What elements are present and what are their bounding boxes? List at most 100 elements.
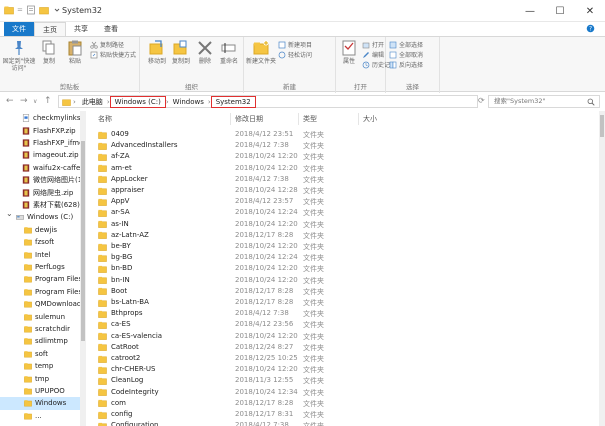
table-row[interactable]: AppV 2018/4/12 23:57 文件夹	[88, 196, 418, 207]
column-header-size[interactable]: 大小	[363, 113, 377, 125]
nav-item[interactable]: imageout.zip	[0, 149, 80, 161]
chevron-down-icon[interactable]	[52, 5, 62, 15]
table-row[interactable]: bn-IN 2018/10/24 12:20 文件夹	[88, 275, 418, 286]
table-row[interactable]: az-Latn-AZ 2018/12/17 8:28 文件夹	[88, 230, 418, 241]
column-header-type[interactable]: 类型	[303, 113, 317, 125]
table-row[interactable]: appraiser 2018/10/24 12:28 文件夹	[88, 185, 418, 196]
close-button[interactable]: ✕	[575, 0, 605, 22]
rename-button[interactable]: 重命名	[216, 39, 242, 65]
breadcrumb-this-pc[interactable]: 此电脑	[78, 97, 107, 107]
table-row[interactable]: catroot2 2018/12/25 10:25 文件夹	[88, 353, 418, 364]
table-row[interactable]: bs-Latn-BA 2018/12/17 8:28 文件夹	[88, 297, 418, 308]
breadcrumb-system32[interactable]: System32	[210, 95, 256, 108]
new-folder-button[interactable]: 新建文件夹	[246, 39, 276, 65]
nav-item[interactable]: FlashFXP.zip	[0, 124, 80, 136]
column-divider[interactable]	[230, 113, 231, 125]
table-row[interactable]: ar-SA 2018/10/24 12:24 文件夹	[88, 207, 418, 218]
open-button[interactable]: 打开	[362, 40, 384, 49]
column-header-date[interactable]: 修改日期	[235, 113, 263, 125]
nav-item[interactable]: 网络爬虫.zip	[0, 186, 80, 198]
table-row[interactable]: chr-CHER-US 2018/10/24 12:20 文件夹	[88, 364, 418, 375]
move-to-button[interactable]: 移动到	[144, 39, 170, 65]
nav-scrollbar[interactable]	[80, 111, 86, 426]
table-row[interactable]: as-IN 2018/10/24 12:20 文件夹	[88, 219, 418, 230]
new-item-button[interactable]: 新建项目	[278, 40, 312, 49]
breadcrumb-windows-c[interactable]: Windows (C:)	[109, 95, 166, 108]
table-row[interactable]: com 2018/12/17 8:28 文件夹	[88, 398, 418, 409]
delete-button[interactable]: 删除	[192, 39, 218, 65]
easy-access-button[interactable]: 轻松访问	[278, 50, 312, 59]
column-divider[interactable]	[298, 113, 299, 125]
nav-item[interactable]: ...	[0, 410, 80, 422]
nav-item[interactable]: Windows	[0, 397, 80, 410]
nav-item[interactable]: Program Files	[0, 273, 80, 285]
new-folder-icon[interactable]	[39, 5, 49, 15]
pin-quick-access-button[interactable]: 固定到"快速访问"	[2, 39, 36, 72]
copy-button[interactable]: 复制	[36, 39, 62, 65]
table-row[interactable]: AdvancedInstallers 2018/4/12 7:38 文件夹	[88, 140, 418, 151]
table-row[interactable]: be-BY 2018/10/24 12:20 文件夹	[88, 241, 418, 252]
nav-item[interactable]: sulemun	[0, 310, 80, 322]
expand-chevron-icon[interactable]: ⌄	[6, 209, 13, 218]
tab-share[interactable]: 共享	[66, 22, 96, 36]
refresh-icon[interactable]: ⟳	[478, 96, 485, 105]
nav-item[interactable]: temp	[0, 360, 80, 372]
table-row[interactable]: CatRoot 2018/12/24 8:27 文件夹	[88, 342, 418, 353]
tab-file[interactable]: 文件	[4, 22, 34, 36]
address-bar[interactable]: › 此电脑 › Windows (C:) › Windows › System3…	[58, 95, 478, 108]
nav-item[interactable]: FlashFXP_ifmc	[0, 137, 80, 149]
table-row[interactable]: Boot 2018/12/17 8:28 文件夹	[88, 286, 418, 297]
nav-scrollbar-thumb[interactable]	[81, 141, 85, 341]
up-arrow-icon[interactable]: ↑	[44, 96, 52, 106]
table-row[interactable]: config 2018/12/17 8:31 文件夹	[88, 409, 418, 420]
edit-button[interactable]: 编辑	[362, 50, 384, 59]
table-row[interactable]: Bthprops 2018/4/12 7:38 文件夹	[88, 308, 418, 319]
table-row[interactable]: bg-BG 2018/10/24 12:24 文件夹	[88, 252, 418, 263]
nav-item[interactable]: scratchdir	[0, 323, 80, 335]
table-row[interactable]: AppLocker 2018/4/12 7:38 文件夹	[88, 174, 418, 185]
search-input[interactable]: 搜索"System32"	[488, 95, 600, 108]
maximize-button[interactable]: ☐	[545, 0, 575, 22]
table-row[interactable]: Configuration 2018/4/12 7:38 文件夹	[88, 420, 418, 426]
table-row[interactable]: 0409 2018/4/12 23:51 文件夹	[88, 129, 418, 140]
paste-shortcut-button[interactable]: 粘贴快捷方式	[90, 50, 136, 59]
forward-arrow-icon[interactable]: →	[20, 96, 28, 106]
nav-item[interactable]: Intel	[0, 248, 80, 260]
nav-item[interactable]: Program Files	[0, 286, 80, 298]
table-row[interactable]: ca-ES 2018/4/12 23:56 文件夹	[88, 319, 418, 330]
file-list-scrollbar-thumb[interactable]	[600, 115, 604, 137]
properties-icon[interactable]	[26, 5, 36, 15]
nav-item[interactable]: tmp	[0, 372, 80, 384]
minimize-button[interactable]: —	[515, 0, 545, 22]
column-header-name[interactable]: 名称	[98, 113, 112, 125]
nav-item[interactable]: checkmylinks	[0, 112, 80, 124]
nav-item[interactable]: fzsoft	[0, 236, 80, 248]
properties-button[interactable]: 属性	[338, 39, 360, 65]
select-none-button[interactable]: 全部取消	[389, 50, 423, 59]
table-row[interactable]: bn-BD 2018/10/24 12:20 文件夹	[88, 263, 418, 274]
column-divider[interactable]	[358, 113, 359, 125]
paste-button[interactable]: 粘贴	[62, 39, 88, 65]
nav-item[interactable]: waifu2x-caffe	[0, 162, 80, 174]
nav-item[interactable]: soft	[0, 348, 80, 360]
file-list-scrollbar[interactable]	[599, 111, 605, 426]
nav-item[interactable]: dewjis	[0, 224, 80, 236]
tab-home[interactable]: 主页	[34, 22, 66, 36]
chevron-down-icon[interactable]: ∨	[33, 98, 37, 105]
invert-selection-button[interactable]: 反向选择	[389, 60, 423, 69]
table-row[interactable]: CleanLog 2018/11/3 12:55 文件夹	[88, 375, 418, 386]
table-row[interactable]: af-ZA 2018/10/24 12:20 文件夹	[88, 151, 418, 162]
nav-item[interactable]: sdlimtmp	[0, 335, 80, 347]
nav-item[interactable]: QMDownload	[0, 298, 80, 310]
table-row[interactable]: CodeIntegrity 2018/10/24 12:34 文件夹	[88, 387, 418, 398]
help-icon[interactable]: ?	[586, 24, 595, 33]
select-all-button[interactable]: 全部选择	[389, 40, 423, 49]
table-row[interactable]: ca-ES-valencia 2018/10/24 12:20 文件夹	[88, 331, 418, 342]
table-row[interactable]: am-et 2018/10/24 12:20 文件夹	[88, 163, 418, 174]
back-arrow-icon[interactable]: ←	[6, 96, 14, 106]
copy-to-button[interactable]: 复制到	[168, 39, 194, 65]
breadcrumb-windows[interactable]: Windows	[169, 98, 208, 106]
nav-item[interactable]: 微信网络图片(1).	[0, 174, 80, 186]
cut-button[interactable]: 复制路径	[90, 40, 124, 49]
nav-item[interactable]: UPUPOO	[0, 385, 80, 397]
